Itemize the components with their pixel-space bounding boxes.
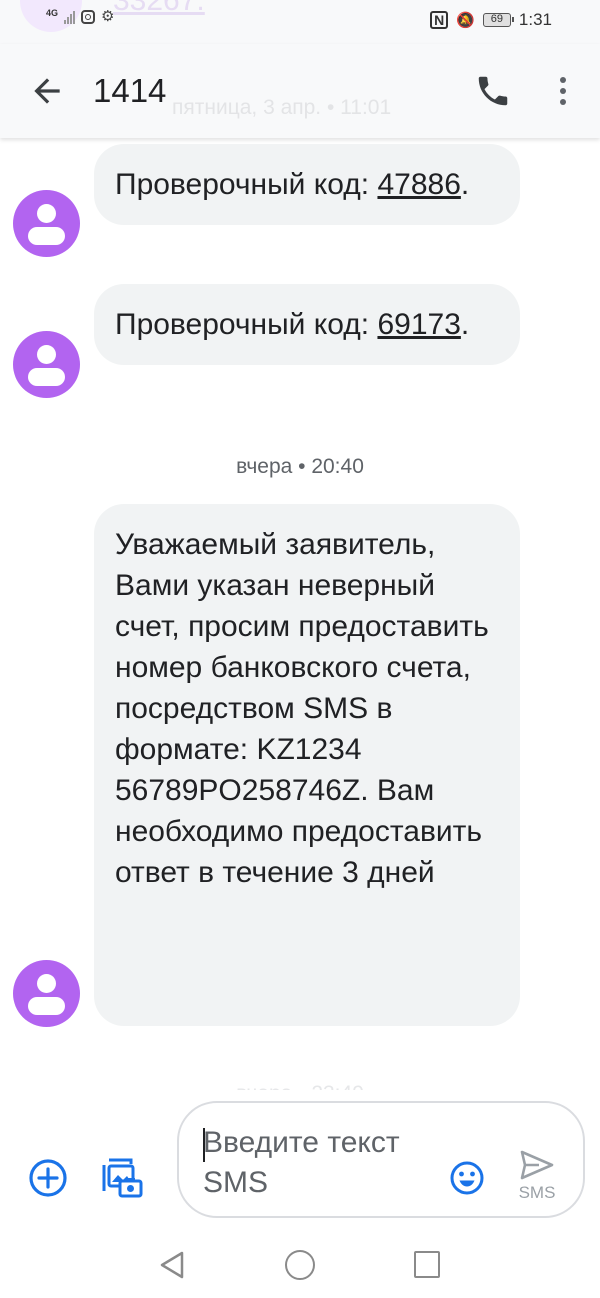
nfc-icon: N — [430, 11, 449, 29]
attach-button[interactable] — [28, 1158, 68, 1198]
sender-avatar[interactable] — [13, 190, 80, 257]
sender-avatar[interactable] — [13, 960, 80, 1027]
settings-icon: ⚙ — [101, 8, 115, 25]
add-circle-icon — [29, 1159, 67, 1197]
phone-icon — [478, 76, 508, 106]
nav-home-icon[interactable] — [285, 1250, 315, 1280]
person-icon — [37, 974, 56, 993]
more-vert-icon — [560, 77, 566, 83]
overlapped-date-divider: пятница, 3 апр. • 11:01 — [172, 96, 392, 119]
signal-icon — [64, 10, 76, 24]
system-navigation-bar — [0, 1230, 600, 1298]
message-text: Уважаемый заявитель, Вами указан неверны… — [115, 528, 489, 889]
battery-icon: 69 — [482, 13, 514, 27]
arrow-left-icon — [34, 78, 60, 104]
emoji-button[interactable] — [449, 1160, 485, 1196]
send-button[interactable]: SMS — [512, 1149, 562, 1209]
emoji-icon — [450, 1161, 484, 1195]
sender-avatar[interactable] — [13, 331, 80, 398]
message-bubble[interactable]: Уважаемый заявитель, Вами указан неверны… — [94, 504, 520, 1026]
more-options-button[interactable] — [550, 72, 576, 110]
back-button[interactable] — [28, 72, 66, 110]
instagram-icon — [81, 10, 96, 24]
message-bubble[interactable]: Проверочный код: 47886. — [94, 144, 520, 225]
message-text: Проверочный код: — [115, 308, 378, 341]
message-composer: Введите текст SMS SMS — [0, 1090, 600, 1230]
gallery-icon — [102, 1158, 143, 1198]
conversation-title: 1414 — [93, 72, 167, 109]
scrolled-code-text: 33267. — [113, 0, 205, 17]
call-button[interactable] — [474, 72, 512, 110]
verification-code-link[interactable]: 69173 — [377, 308, 460, 341]
nav-back-icon[interactable] — [158, 1250, 186, 1280]
send-label: SMS — [518, 1183, 556, 1202]
status-right: N 🔕 69 1:31 — [430, 10, 552, 30]
person-icon — [37, 345, 56, 364]
conversation-header: 1414 пятница, 3 апр. • 11:01 — [0, 44, 600, 138]
person-icon — [37, 204, 56, 223]
status-bar: 33267. 4G ⚙ N 🔕 69 1:31 — [0, 0, 600, 44]
bell-off-icon: 🔕 — [456, 12, 475, 29]
send-icon — [520, 1150, 554, 1180]
date-divider: вчера • 20:40 — [236, 455, 364, 478]
status-time: 1:31 — [518, 10, 552, 29]
message-bubble[interactable]: Проверочный код: 69173. — [94, 284, 520, 365]
gallery-button[interactable] — [101, 1157, 143, 1199]
nav-recents-icon[interactable] — [414, 1251, 440, 1278]
message-text: Проверочный код: — [115, 168, 378, 201]
sms-text-input[interactable]: Введите текст SMS SMS — [177, 1101, 585, 1218]
verification-code-link[interactable]: 47886 — [377, 168, 460, 201]
network-type: 4G — [46, 8, 59, 18]
input-placeholder: Введите текст SMS — [203, 1126, 400, 1199]
status-left: 4G ⚙ — [46, 8, 115, 25]
